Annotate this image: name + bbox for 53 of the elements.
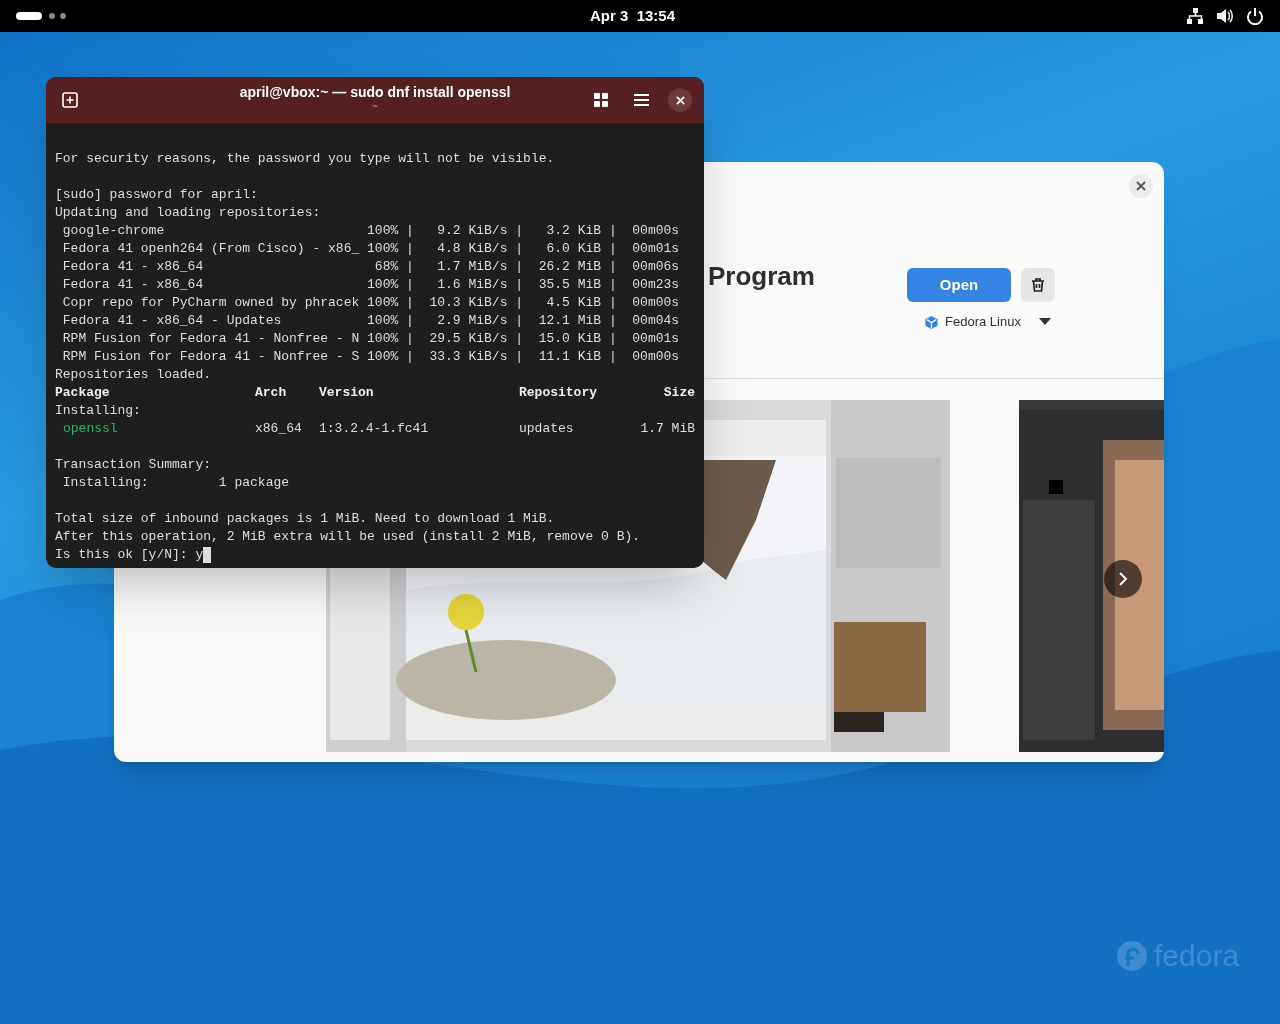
terminal-line: [sudo] password for april: xyxy=(55,186,258,204)
package-field: 1:3.2.4-1.fc41 xyxy=(319,421,429,436)
terminal-line: RPM Fusion for Fedora 41 - Nonfree - N 100% | 29.5 KiB/s | 15.0 KiB | 00m01s xyxy=(61,330,680,348)
column-header: Version xyxy=(319,385,374,400)
package-field: openssl xyxy=(63,421,118,436)
close-button[interactable] xyxy=(668,88,692,112)
grid-icon xyxy=(594,93,608,107)
close-icon xyxy=(1136,181,1146,191)
terminal-prompt: Is this ok [y/N]: y xyxy=(55,546,204,564)
column-header: Size xyxy=(663,385,695,400)
terminal-line: RPM Fusion for Fedora 41 - Nonfree - S 100% | 33.3 KiB/s | 11.1 KiB | 00m00s xyxy=(61,348,680,366)
volume-icon[interactable] xyxy=(1216,7,1234,25)
workspace-indicator-icon[interactable] xyxy=(16,11,68,21)
terminal-line: Installing: 1 package xyxy=(61,474,290,492)
terminal-line: Fedora 41 - x86_64 - Updates 100% | 2.9 MiB/s | 12.1 MiB | 00m04s xyxy=(61,312,680,330)
column-header: Repository xyxy=(519,385,597,400)
close-button[interactable] xyxy=(1129,174,1153,198)
network-icon[interactable] xyxy=(1186,7,1204,25)
column-header: Arch xyxy=(255,385,287,400)
package-icon xyxy=(924,314,939,330)
window-subtitle: ~ xyxy=(372,101,378,113)
column-header: Package xyxy=(55,385,110,400)
terminal-line: Updating and loading repositories: xyxy=(55,204,321,222)
package-field: 1.7 MiB xyxy=(640,421,695,436)
terminal-line: For security reasons, the password you type will not be visible. xyxy=(55,150,555,168)
open-button[interactable]: Open xyxy=(907,268,1011,302)
terminal-line: Transaction Summary: xyxy=(55,456,212,474)
trash-icon xyxy=(1030,277,1046,293)
chevron-right-icon xyxy=(1118,571,1128,587)
caret-icon xyxy=(1038,318,1051,326)
terminal-line: Fedora 41 openh264 (From Cisco) - x86_ 100% | 4.8 KiB/s | 6.0 KiB | 00m01s xyxy=(61,240,680,258)
terminal-line: Total size of inbound packages is 1 MiB. Need to download 1 MiB. xyxy=(55,510,555,528)
package-field: x86_64 xyxy=(255,421,302,436)
uninstall-button[interactable] xyxy=(1021,268,1055,302)
app-title: Program xyxy=(708,260,815,292)
window-title: april@vbox:~ — sudo dnf install openssl xyxy=(239,83,511,101)
terminal-line: Fedora 41 - x86_64 100% | 1.6 MiB/s | 35.5 MiB | 00m23s xyxy=(61,276,680,294)
terminal-line: Repositories loaded. xyxy=(55,366,212,384)
source-dropdown[interactable]: Fedora Linux xyxy=(924,312,1051,332)
plus-box-icon xyxy=(62,92,78,108)
text-cursor xyxy=(203,547,212,563)
next-screenshot-button[interactable] xyxy=(1104,560,1142,598)
terminal-line: After this operation, 2 MiB extra will be used (install 2 MiB, remove 0 B). xyxy=(55,528,641,546)
power-icon[interactable] xyxy=(1246,7,1264,25)
terminal-line: Fedora 41 - x86_64 68% | 1.7 MiB/s | 26.2 MiB | 00m06s xyxy=(61,258,680,276)
clock-button[interactable]: Apr 3 13:54 xyxy=(590,5,676,28)
fedora-logo-icon xyxy=(1116,940,1148,972)
close-icon xyxy=(675,95,685,105)
menu-icon xyxy=(633,94,649,106)
terminal-line: google-chrome 100% | 9.2 KiB/s | 3.2 KiB | 00m00s xyxy=(61,222,680,240)
terminal-line: Copr repo for PyCharm owned by phracek 100% | 10.3 KiB/s | 4.5 KiB | 00m00s xyxy=(61,294,680,312)
terminal-line: Installing: xyxy=(55,402,141,420)
package-field: updates xyxy=(519,421,574,436)
